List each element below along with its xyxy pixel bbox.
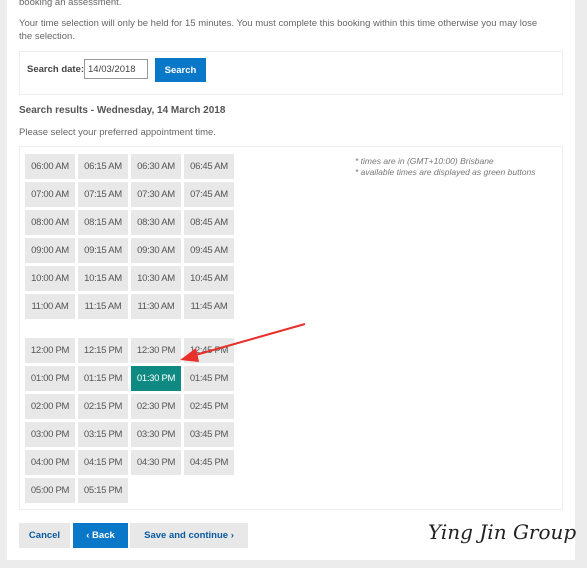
save-label: Save and continue — [144, 530, 229, 541]
back-label: Back — [92, 530, 115, 541]
chevron-right-icon: › — [228, 530, 234, 541]
watermark: Ying Jin Group — [428, 520, 577, 544]
save-continue-button[interactable]: Save and continue › — [130, 523, 248, 548]
cancel-button[interactable]: Cancel — [19, 523, 70, 548]
back-button[interactable]: ‹ Back — [73, 523, 128, 548]
annotation-arrow — [180, 323, 306, 362]
